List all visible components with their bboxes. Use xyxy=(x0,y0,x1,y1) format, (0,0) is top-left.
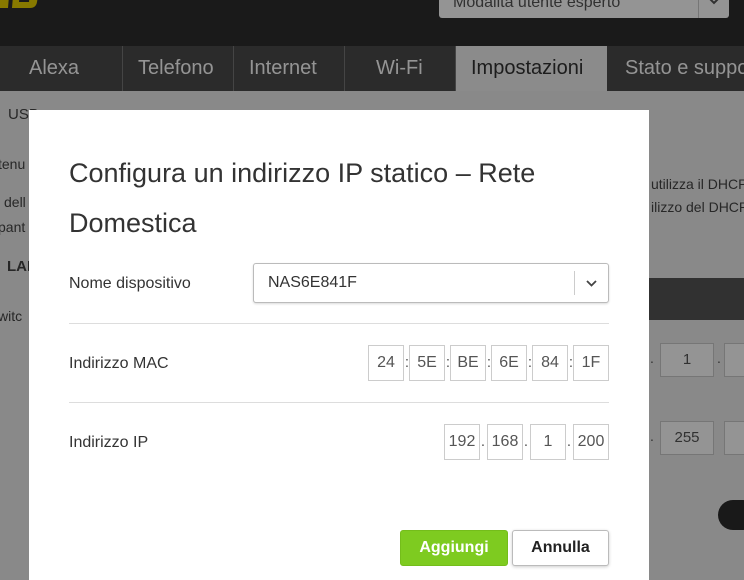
ip-octet-4[interactable] xyxy=(573,424,609,460)
mac-octet-2[interactable] xyxy=(409,345,445,381)
device-name-select[interactable]: NAS6E841F xyxy=(253,263,609,303)
add-button[interactable]: Aggiungi xyxy=(400,530,508,566)
cancel-button[interactable]: Annulla xyxy=(512,530,609,566)
mac-octet-1[interactable] xyxy=(368,345,404,381)
chevron-down-icon xyxy=(586,280,597,287)
divider xyxy=(69,323,609,324)
mac-octet-4[interactable] xyxy=(491,345,527,381)
mac-octet-6[interactable] xyxy=(573,345,609,381)
device-name-value: NAS6E841F xyxy=(268,274,357,291)
dialog-title: Configura un indirizzo IP statico – Rete… xyxy=(69,158,536,238)
mac-octet-5[interactable] xyxy=(532,345,568,381)
device-name-label: Nome dispositivo xyxy=(69,275,191,292)
mac-octet-3[interactable] xyxy=(450,345,486,381)
mac-address-label: Indirizzo MAC xyxy=(69,355,169,372)
ip-address-label: Indirizzo IP xyxy=(69,434,149,451)
ip-octet-2[interactable] xyxy=(487,424,523,460)
divider xyxy=(69,402,609,403)
ip-octet-3[interactable] xyxy=(530,424,566,460)
ip-octet-1[interactable] xyxy=(444,424,480,460)
static-ip-dialog: Configura un indirizzo IP statico – Rete… xyxy=(29,110,649,580)
